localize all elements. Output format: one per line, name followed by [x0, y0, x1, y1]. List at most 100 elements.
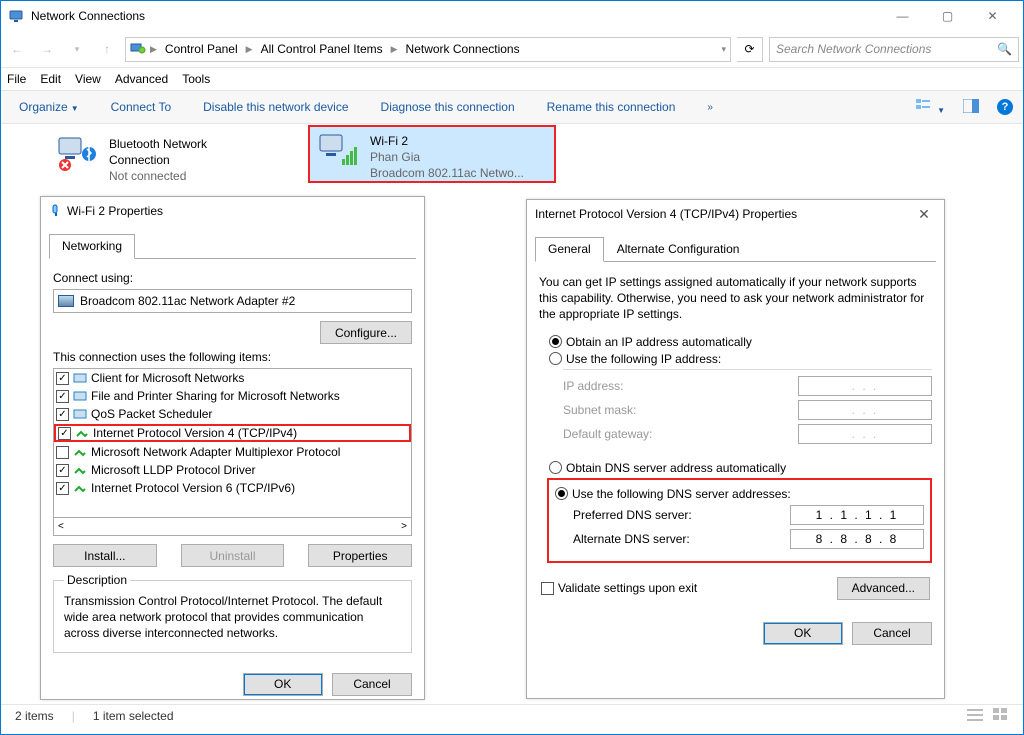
connection-wifi2[interactable]: Wi-Fi 2 Phan Gia Broadcom 802.11ac Netwo…: [308, 125, 556, 183]
list-item[interactable]: ✓File and Printer Sharing for Microsoft …: [54, 387, 411, 405]
radio-icon: [555, 487, 568, 500]
list-item[interactable]: Microsoft Network Adapter Multiplexor Pr…: [54, 443, 411, 461]
status-item-count: 2 items: [15, 709, 54, 723]
preview-pane-icon[interactable]: [963, 99, 979, 116]
menu-advanced[interactable]: Advanced: [115, 72, 168, 86]
status-bar: 2 items | 1 item selected: [1, 704, 1023, 727]
nav-back-icon[interactable]: ←: [5, 37, 29, 61]
description-text: Transmission Control Protocol/Internet P…: [64, 593, 401, 642]
cmd-connect-to[interactable]: Connect To: [111, 100, 172, 114]
crumb-network-connections[interactable]: Network Connections: [402, 42, 524, 56]
checkbox[interactable]: ✓: [56, 482, 69, 495]
list-item[interactable]: ✓QoS Packet Scheduler: [54, 405, 411, 423]
protocol-icon: [73, 463, 87, 477]
install-button[interactable]: Install...: [53, 544, 157, 567]
checkbox[interactable]: ✓: [56, 408, 69, 421]
checkbox[interactable]: ✓: [58, 427, 71, 440]
pref-dns-label: Preferred DNS server:: [573, 508, 790, 522]
ip-address-input: . . .: [798, 376, 932, 396]
ok-button[interactable]: OK: [763, 622, 843, 645]
nav-forward-icon[interactable]: →: [35, 37, 59, 61]
checkbox[interactable]: [56, 446, 69, 459]
connection-device: Broadcom 802.11ac Netwo...: [370, 165, 524, 181]
tab-general[interactable]: General: [535, 237, 604, 262]
bluetooth-connection-icon: [57, 136, 99, 172]
service-icon: [73, 407, 87, 421]
ok-button[interactable]: OK: [243, 673, 323, 696]
subnet-label: Subnet mask:: [563, 403, 798, 417]
validate-checkbox[interactable]: Validate settings upon exit: [541, 581, 697, 595]
chevron-down-icon[interactable]: ▾: [721, 44, 726, 55]
cmd-disable-device[interactable]: Disable this network device: [203, 100, 348, 114]
crumb-all-items[interactable]: All Control Panel Items: [257, 42, 387, 56]
content-area: Bluetooth Network Connection Not connect…: [1, 124, 1023, 704]
connection-name-2: Connection: [109, 152, 207, 168]
cmd-overflow[interactable]: »: [707, 102, 713, 113]
connection-items-list[interactable]: ✓Client for Microsoft Networks ✓File and…: [53, 368, 412, 518]
wifi-connection-icon: [318, 133, 360, 169]
advanced-button[interactable]: Advanced...: [837, 577, 930, 600]
view-details-icon[interactable]: [967, 708, 983, 725]
item-properties-button[interactable]: Properties: [308, 544, 412, 567]
checkbox[interactable]: ✓: [56, 464, 69, 477]
wifi-properties-dialog: Wi-Fi 2 Properties Networking Connect us…: [40, 196, 425, 700]
radio-dns-auto[interactable]: Obtain DNS server address automatically: [549, 461, 932, 475]
service-icon: [73, 389, 87, 403]
connection-name: Bluetooth Network: [109, 136, 207, 152]
connection-bluetooth[interactable]: Bluetooth Network Connection Not connect…: [49, 130, 292, 191]
checkbox[interactable]: ✓: [56, 372, 69, 385]
list-item[interactable]: ✓Client for Microsoft Networks: [54, 369, 411, 387]
radio-ip-auto[interactable]: Obtain an IP address automatically: [549, 335, 932, 349]
window-titlebar: Network Connections — ▢ ✕: [1, 1, 1023, 31]
radio-icon: [549, 461, 562, 474]
crumb-control-panel[interactable]: Control Panel: [161, 42, 242, 56]
close-button[interactable]: ✕: [970, 1, 1015, 31]
configure-button[interactable]: Configure...: [320, 321, 412, 344]
pref-dns-input[interactable]: 1 . 1 . 1 . 1: [790, 505, 924, 525]
breadcrumb[interactable]: ▶ Control Panel ▶ All Control Panel Item…: [125, 37, 731, 62]
list-item[interactable]: ✓Internet Protocol Version 6 (TCP/IPv6): [54, 479, 411, 497]
menu-file[interactable]: File: [7, 72, 26, 86]
menu-edit[interactable]: Edit: [40, 72, 61, 86]
refresh-button[interactable]: ⟳: [737, 37, 763, 62]
alt-dns-input[interactable]: 8 . 8 . 8 . 8: [790, 529, 924, 549]
dialog-title: Wi-Fi 2 Properties: [67, 204, 416, 218]
tab-alternate[interactable]: Alternate Configuration: [604, 237, 753, 262]
checkbox[interactable]: ✓: [56, 390, 69, 403]
cancel-button[interactable]: Cancel: [332, 673, 412, 696]
maximize-button[interactable]: ▢: [925, 1, 970, 31]
cmd-organize[interactable]: Organize▼: [19, 100, 79, 114]
ipv4-help-text: You can get IP settings assigned automat…: [539, 274, 932, 323]
menubar: File Edit View Advanced Tools: [1, 68, 1023, 90]
navbar: ← → ▾ ↑ ▶ Control Panel ▶ All Control Pa…: [1, 31, 1023, 68]
nav-up-icon[interactable]: ↑: [95, 37, 119, 61]
menu-view[interactable]: View: [75, 72, 101, 86]
dialog-close-button[interactable]: ✕: [912, 206, 936, 223]
help-icon[interactable]: ?: [997, 99, 1013, 115]
search-input[interactable]: Search Network Connections 🔍: [769, 37, 1019, 62]
view-layout-icon[interactable]: ▼: [916, 99, 945, 116]
dialog-titlebar: Wi-Fi 2 Properties: [41, 197, 424, 225]
radio-dns-manual[interactable]: Use the following DNS server addresses:: [555, 487, 924, 501]
cmd-diagnose[interactable]: Diagnose this connection: [381, 100, 515, 114]
search-icon: 🔍: [997, 42, 1012, 56]
list-item-ipv4[interactable]: ✓Internet Protocol Version 4 (TCP/IPv4): [54, 424, 411, 442]
protocol-icon: [73, 445, 87, 459]
radio-ip-manual[interactable]: Use the following IP address:: [549, 352, 932, 366]
minimize-button[interactable]: —: [880, 1, 925, 31]
tab-networking[interactable]: Networking: [49, 234, 135, 259]
ipv4-properties-dialog: Internet Protocol Version 4 (TCP/IPv4) P…: [526, 199, 945, 699]
chevron-right-icon: ▶: [150, 44, 157, 55]
nav-recent-icon[interactable]: ▾: [65, 37, 89, 61]
view-tiles-icon[interactable]: [993, 708, 1009, 725]
list-item[interactable]: ✓Microsoft LLDP Protocol Driver: [54, 461, 411, 479]
ipv4-tabs: General Alternate Configuration: [535, 236, 936, 262]
uninstall-button: Uninstall: [181, 544, 285, 567]
cancel-button[interactable]: Cancel: [852, 622, 932, 645]
adapter-field[interactable]: Broadcom 802.11ac Network Adapter #2: [53, 289, 412, 313]
menu-tools[interactable]: Tools: [182, 72, 210, 86]
connect-using-label: Connect using:: [53, 271, 412, 285]
window-title: Network Connections: [31, 9, 880, 23]
cmd-rename[interactable]: Rename this connection: [547, 100, 676, 114]
horizontal-scrollbar[interactable]: <>: [53, 518, 412, 536]
